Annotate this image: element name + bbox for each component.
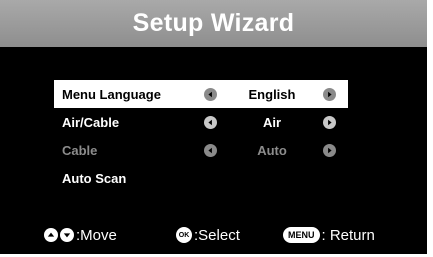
move-hint: :Move: [44, 224, 117, 246]
up-button-icon: [44, 228, 58, 242]
menu-item-air-cable[interactable]: Air/Cable Air: [54, 108, 348, 136]
menu-item-value: Auto: [257, 142, 287, 158]
menu-item-auto-scan[interactable]: Auto Scan: [54, 164, 348, 192]
select-hint: OK :Select: [176, 224, 240, 246]
arrow-left-icon[interactable]: [204, 87, 217, 101]
arrow-right-icon[interactable]: [323, 115, 336, 129]
menu-item-value: Air: [262, 114, 282, 130]
title-bar: Setup Wizard: [0, 0, 427, 47]
arrow-left-icon: [204, 143, 217, 157]
arrow-right-icon: [323, 143, 336, 157]
down-button-icon: [60, 228, 74, 242]
return-hint: MENU : Return: [283, 224, 375, 246]
arrow-left-icon[interactable]: [204, 115, 217, 129]
menu-item-label: Auto Scan: [62, 170, 127, 186]
settings-menu: Menu Language English Air/Cable Air Cabl…: [54, 80, 348, 192]
menu-item-menu-language[interactable]: Menu Language English: [54, 80, 348, 108]
move-hint-label: :Move: [76, 226, 117, 244]
menu-item-label: Menu Language: [62, 86, 161, 102]
menu-button-icon: MENU: [283, 227, 320, 243]
menu-item-value: English: [248, 86, 296, 102]
setup-wizard-screen: Setup Wizard Menu Language English Air/C…: [0, 0, 427, 254]
menu-item-label: Air/Cable: [62, 114, 120, 130]
key-hints-bar: :Move OK :Select MENU : Return: [0, 224, 427, 246]
ok-button-icon: OK: [176, 227, 192, 243]
arrow-right-icon[interactable]: [323, 87, 336, 101]
return-hint-label: : Return: [321, 226, 375, 244]
page-title: Setup Wizard: [132, 9, 295, 37]
menu-item-cable: Cable Auto: [54, 136, 348, 164]
menu-item-label: Cable: [62, 142, 98, 158]
select-hint-label: :Select: [194, 226, 240, 244]
